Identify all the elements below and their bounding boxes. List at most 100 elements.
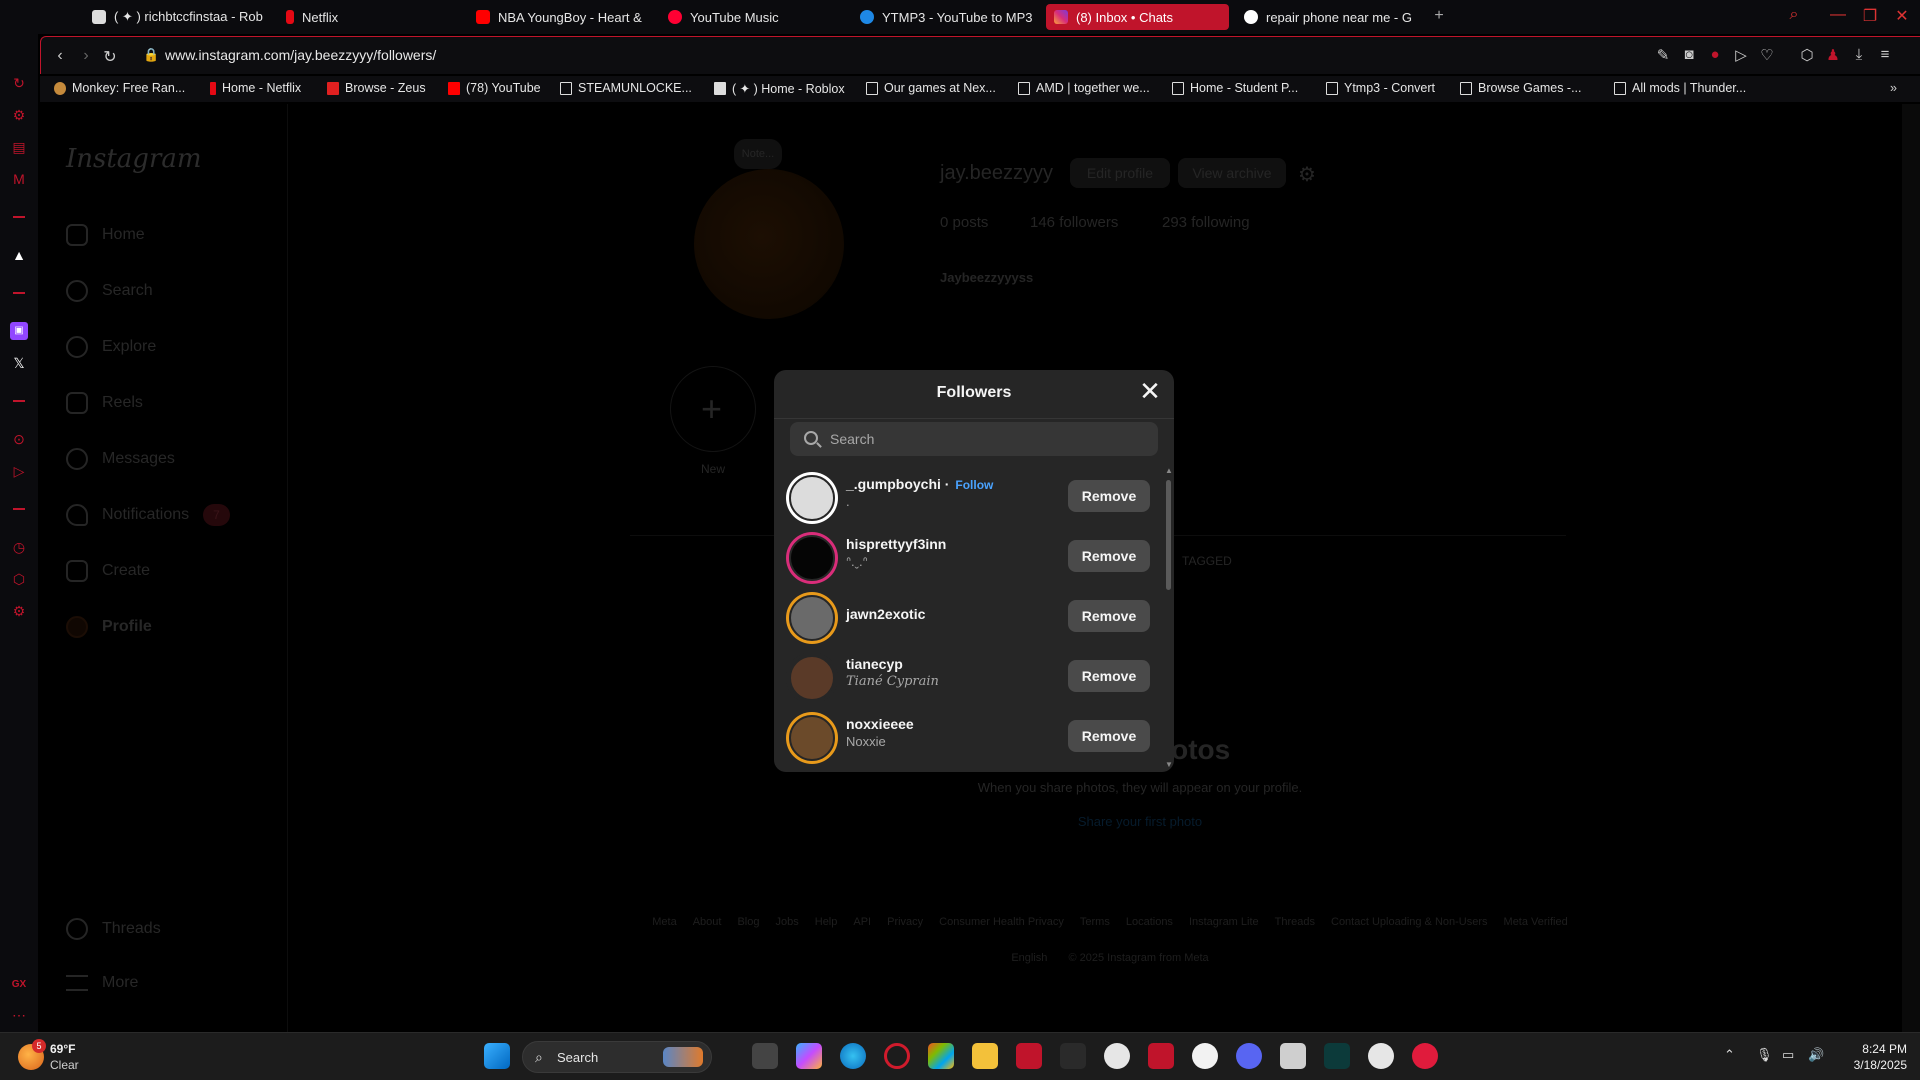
modal-scrollbar[interactable]: ▲ ▼: [1164, 466, 1174, 772]
adblock-icon[interactable]: ●: [1705, 46, 1725, 63]
avatar-ring[interactable]: [786, 532, 838, 584]
close-window-button[interactable]: ✕: [1890, 6, 1914, 26]
search-input[interactable]: [830, 422, 1150, 456]
x-twitter-icon[interactable]: 𝕏: [10, 354, 28, 372]
url-field[interactable]: www.instagram.com/jay.beezzyyy/followers…: [165, 47, 436, 63]
more-dots-icon[interactable]: ⋯: [10, 1006, 28, 1024]
tab-roblox[interactable]: ( ✦ ) richbtccfinstaa - Rob: [84, 4, 269, 30]
follower-username[interactable]: hisprettyyf3inn: [846, 536, 946, 552]
app-wave-icon[interactable]: [1324, 1043, 1350, 1069]
scroll-thumb[interactable]: [1166, 480, 1171, 590]
avatar-ring[interactable]: [786, 592, 838, 644]
avatar-ring[interactable]: [786, 652, 838, 704]
profile-icon[interactable]: ♟: [1823, 46, 1843, 64]
menu-icon[interactable]: ≡: [1875, 46, 1895, 63]
clock-date[interactable]: 3/18/2025: [1847, 1058, 1907, 1072]
follower-username[interactable]: _.gumpboychi · Follow: [846, 476, 993, 492]
discord-icon[interactable]: [1236, 1043, 1262, 1069]
flow-icon[interactable]: ▷: [1731, 46, 1751, 64]
app-red-icon[interactable]: [1016, 1043, 1042, 1069]
remove-button[interactable]: Remove: [1068, 600, 1150, 632]
microsoft-store-icon[interactable]: [928, 1043, 954, 1069]
extensions-icon[interactable]: ⬡: [1797, 46, 1817, 64]
avatar-ring[interactable]: [786, 712, 838, 764]
follower-username[interactable]: jawn2exotic: [846, 606, 925, 622]
weather-temp[interactable]: 69°F: [50, 1042, 75, 1056]
volume-icon[interactable]: 🔊: [1808, 1047, 1824, 1063]
follow-link[interactable]: Follow: [955, 478, 993, 492]
logitech-g-icon[interactable]: [1192, 1043, 1218, 1069]
tab-search-icon[interactable]: ⌕: [1782, 6, 1806, 24]
steelseries-icon[interactable]: [1104, 1043, 1130, 1069]
bookmark-browse-games[interactable]: Browse Games -...: [1460, 81, 1582, 95]
bookmark-netflix[interactable]: Home - Netflix: [210, 81, 301, 95]
microphone-icon[interactable]: 🎙: [1756, 1047, 1773, 1063]
opera-gx-icon[interactable]: [884, 1043, 910, 1069]
pinboard-icon[interactable]: ▤: [10, 138, 28, 156]
forward-button[interactable]: ›: [77, 47, 95, 65]
tab-google[interactable]: repair phone near me - G: [1236, 4, 1421, 30]
scroll-up-icon[interactable]: ▲: [1164, 466, 1174, 475]
bookmark-amd[interactable]: AMD | together we...: [1018, 81, 1150, 95]
cube-icon[interactable]: ⬡: [10, 570, 28, 588]
roblox-icon[interactable]: [1280, 1043, 1306, 1069]
follower-row[interactable]: _.gumpboychi · Follow . Remove: [774, 466, 1164, 526]
follower-row-partial[interactable]: [774, 766, 1164, 772]
app-play-icon[interactable]: [1412, 1043, 1438, 1069]
clock-time[interactable]: 8:24 PM: [1847, 1042, 1907, 1056]
task-view-icon[interactable]: [752, 1043, 778, 1069]
file-explorer-icon[interactable]: [972, 1043, 998, 1069]
clock-icon[interactable]: ◷: [10, 538, 28, 556]
easy-setup-icon[interactable]: ✎: [1653, 46, 1673, 64]
page-scrollbar[interactable]: [1902, 104, 1920, 1032]
avatar-ring[interactable]: [786, 472, 838, 524]
player-icon[interactable]: ⊙: [10, 430, 28, 448]
app-x-icon[interactable]: [1148, 1043, 1174, 1069]
bookmarks-overflow-icon[interactable]: »: [1890, 81, 1897, 95]
snapshot-icon[interactable]: ◙: [1679, 46, 1699, 63]
send-icon[interactable]: ▷: [10, 462, 28, 480]
close-icon[interactable]: ✕: [1138, 378, 1162, 404]
bookmark-roblox[interactable]: ( ✦ ) Home - Roblox: [714, 81, 845, 96]
follower-row[interactable]: hisprettyyf3inn ᐢ⁠.⁠ˬ⁠.⁠ᐢ Remove: [774, 526, 1164, 586]
tab-youtube[interactable]: NBA YoungBoy - Heart &: [468, 4, 653, 30]
remove-button[interactable]: Remove: [1068, 660, 1150, 692]
tray-chevron-icon[interactable]: ⌃: [1724, 1047, 1735, 1063]
minimize-button[interactable]: —: [1826, 6, 1850, 24]
follower-row[interactable]: tianecyp Tiané Cyprain Remove: [774, 646, 1164, 706]
follower-username[interactable]: noxxieeee: [846, 716, 914, 732]
app-ufo-icon[interactable]: [1368, 1043, 1394, 1069]
maximize-button[interactable]: ❐: [1858, 6, 1882, 26]
copilot-icon[interactable]: [796, 1043, 822, 1069]
follower-row[interactable]: jawn2exotic Remove: [774, 586, 1164, 646]
remove-button[interactable]: Remove: [1068, 480, 1150, 512]
heart-icon[interactable]: ♡: [1757, 46, 1777, 64]
history-icon[interactable]: ↻: [10, 74, 28, 92]
download-icon[interactable]: ⤓: [1849, 46, 1869, 63]
remove-button[interactable]: Remove: [1068, 540, 1150, 572]
follower-row[interactable]: noxxieeee Noxxie Remove: [774, 706, 1164, 766]
scroll-down-icon[interactable]: ▼: [1164, 760, 1174, 769]
taskbar-search[interactable]: ⌕ Search: [522, 1041, 712, 1073]
bookmark-thunderstore[interactable]: All mods | Thunder...: [1614, 81, 1746, 95]
new-tab-button[interactable]: +: [1431, 8, 1447, 24]
tab-instagram[interactable]: (8) Inbox • Chats: [1046, 4, 1229, 30]
bookmark-youtube[interactable]: (78) YouTube: [448, 81, 541, 95]
bookmark-student[interactable]: Home - Student P...: [1172, 81, 1298, 95]
reload-button[interactable]: ↻: [101, 47, 119, 67]
remove-button[interactable]: Remove: [1068, 720, 1150, 752]
tab-netflix[interactable]: Netflix: [278, 4, 388, 30]
bookmark-ytmp3[interactable]: Ytmp3 - Convert: [1326, 81, 1435, 95]
search-box[interactable]: [790, 422, 1158, 456]
ai-icon[interactable]: ⚙: [10, 106, 28, 124]
edge-icon[interactable]: [840, 1043, 866, 1069]
back-button[interactable]: ‹: [51, 47, 69, 65]
tab-ytmp3[interactable]: YTMP3 - YouTube to MP3: [852, 4, 1037, 30]
gmail-icon[interactable]: M: [10, 170, 28, 188]
tab-youtube-music[interactable]: YouTube Music: [660, 4, 800, 30]
bookmark-monkey[interactable]: Monkey: Free Ran...: [54, 81, 185, 95]
follower-username[interactable]: tianecyp: [846, 656, 903, 672]
settings-icon[interactable]: ⚙: [10, 602, 28, 620]
bookmark-steamunlocked[interactable]: STEAMUNLOCKE...: [560, 81, 692, 95]
network-icon[interactable]: ▭: [1782, 1047, 1794, 1063]
